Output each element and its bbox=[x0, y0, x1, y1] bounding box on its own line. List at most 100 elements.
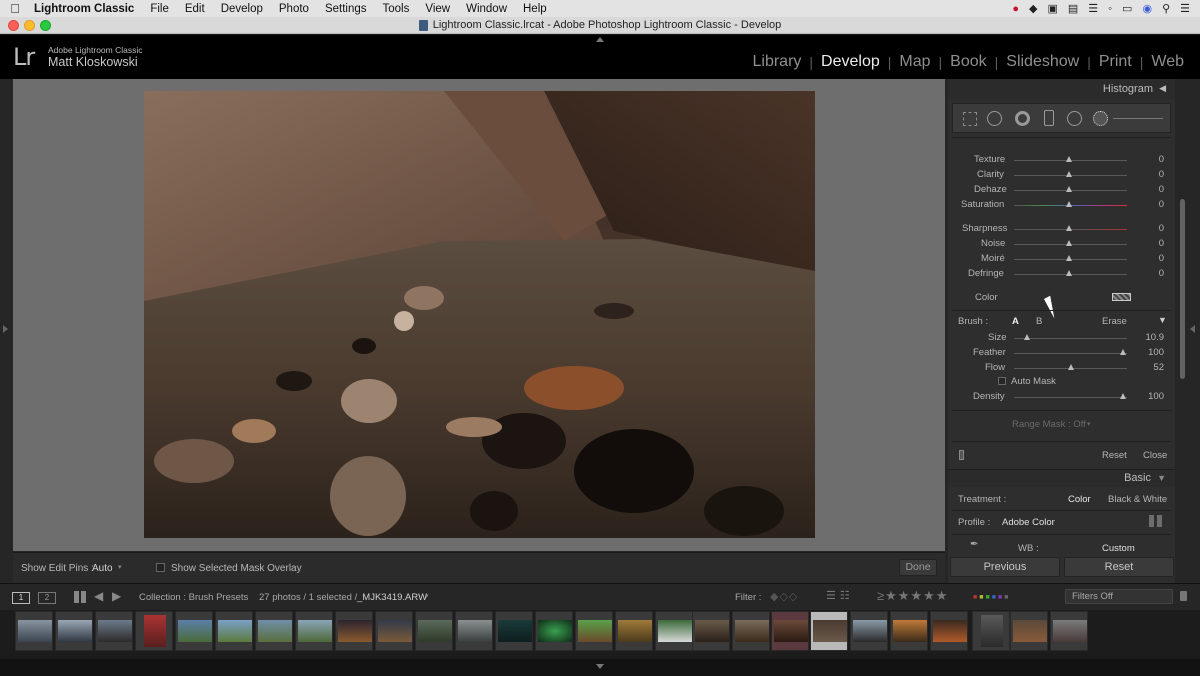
close-window-button[interactable] bbox=[8, 20, 19, 31]
wifi-icon[interactable]: ◦ bbox=[1108, 3, 1112, 15]
white-balance-picker-icon[interactable]: ✒ bbox=[970, 539, 978, 550]
photo-preview[interactable] bbox=[144, 91, 815, 538]
module-map[interactable]: Map bbox=[891, 53, 938, 71]
size-slider[interactable] bbox=[1014, 338, 1127, 339]
mask-reset-button[interactable]: Reset bbox=[1102, 450, 1127, 461]
module-develop[interactable]: Develop bbox=[813, 53, 888, 71]
filename-dropdown-icon[interactable]: ▾ bbox=[425, 592, 429, 600]
menu-settings[interactable]: Settings bbox=[317, 3, 375, 15]
filmstrip-thumbnail[interactable] bbox=[335, 611, 373, 651]
edit-pins-dropdown-icon[interactable]: ▾ bbox=[118, 563, 122, 571]
range-mask-select[interactable]: Range Mask : Off bbox=[1012, 419, 1086, 430]
dehaze-slider-thumb[interactable] bbox=[1066, 186, 1072, 192]
mask-overlay-checkbox[interactable] bbox=[156, 563, 165, 572]
filmstrip-thumbnail[interactable] bbox=[495, 611, 533, 651]
treatment-bw-option[interactable]: Black & White bbox=[1108, 494, 1167, 505]
filmstrip-thumbnail[interactable] bbox=[55, 611, 93, 651]
filmstrip-thumbnail[interactable] bbox=[890, 611, 928, 651]
histogram-collapse-icon[interactable]: ◀ bbox=[1159, 83, 1166, 94]
filters-off-select[interactable]: Filters Off bbox=[1065, 589, 1173, 604]
dropbox-icon[interactable]: ◆ bbox=[1029, 2, 1037, 15]
grid-view-icon[interactable] bbox=[74, 591, 86, 603]
menu-help[interactable]: Help bbox=[515, 3, 555, 15]
sharpness-slider-thumb[interactable] bbox=[1066, 225, 1072, 231]
color-swatch-button[interactable] bbox=[1112, 293, 1131, 301]
notifications-icon[interactable]: ☰ bbox=[1180, 2, 1190, 15]
moire-value[interactable]: 0 bbox=[1134, 253, 1164, 264]
filmstrip-thumbnail[interactable] bbox=[972, 611, 1010, 651]
basic-header[interactable]: Basic ▼ bbox=[948, 469, 1175, 487]
size-slider-thumb[interactable] bbox=[1024, 334, 1030, 340]
filmstrip-thumbnail[interactable] bbox=[215, 611, 253, 651]
menu-view[interactable]: View bbox=[417, 3, 458, 15]
monitor-2-button[interactable]: 2 bbox=[38, 592, 56, 604]
edit-filter-icons[interactable]: ☰☷ bbox=[826, 589, 854, 602]
module-slideshow[interactable]: Slideshow bbox=[998, 53, 1087, 71]
menu-photo[interactable]: Photo bbox=[271, 3, 317, 15]
menu-tools[interactable]: Tools bbox=[375, 3, 418, 15]
module-print[interactable]: Print bbox=[1091, 53, 1140, 71]
menu-app[interactable]: Lightroom Classic bbox=[30, 3, 142, 15]
filmstrip-thumbnail[interactable] bbox=[175, 611, 213, 651]
module-book[interactable]: Book bbox=[942, 53, 994, 71]
filmstrip-thumbnail[interactable] bbox=[732, 611, 770, 651]
filmstrip-thumbnail[interactable] bbox=[95, 611, 133, 651]
done-button[interactable]: Done bbox=[899, 559, 937, 576]
filmstrip-thumbnail[interactable] bbox=[771, 611, 809, 651]
module-web[interactable]: Web bbox=[1143, 53, 1192, 71]
brush-a-button[interactable]: A bbox=[1012, 316, 1019, 327]
density-slider-thumb[interactable] bbox=[1120, 393, 1126, 399]
profile-browser-icon[interactable] bbox=[1149, 515, 1163, 527]
monitor-1-button[interactable]: 1 bbox=[12, 592, 30, 604]
mask-close-button[interactable]: Close bbox=[1143, 450, 1167, 461]
reset-button[interactable]: Reset bbox=[1064, 557, 1174, 577]
filmstrip-thumbnail[interactable] bbox=[655, 611, 693, 651]
brush-amount-slider[interactable] bbox=[1113, 118, 1163, 119]
basic-collapse-icon[interactable]: ▼ bbox=[1157, 473, 1166, 483]
filmstrip-thumbnail[interactable] bbox=[1010, 611, 1048, 651]
color-label-filter[interactable]: ■■■■■■ bbox=[973, 594, 1010, 601]
collapse-left-icon[interactable] bbox=[3, 325, 8, 333]
histogram-header[interactable]: Histogram ◀ bbox=[948, 79, 1175, 99]
panel-scrollbar[interactable] bbox=[1180, 199, 1185, 379]
wb-select[interactable]: Custom bbox=[1102, 543, 1135, 554]
treatment-color-option[interactable]: Color bbox=[1068, 494, 1091, 505]
apple-icon[interactable]:  bbox=[0, 1, 30, 16]
clarity-slider-thumb[interactable] bbox=[1066, 171, 1072, 177]
flow-slider-thumb[interactable] bbox=[1068, 364, 1074, 370]
red-eye-icon[interactable] bbox=[1015, 111, 1030, 126]
feather-value[interactable]: 100 bbox=[1134, 347, 1164, 358]
spot-removal-icon[interactable] bbox=[987, 111, 1002, 126]
filmstrip-thumbnail[interactable] bbox=[135, 611, 173, 651]
filmstrip-thumbnail[interactable] bbox=[615, 611, 653, 651]
previous-button[interactable]: Previous bbox=[950, 557, 1060, 577]
texture-slider-thumb[interactable] bbox=[1066, 156, 1072, 162]
image-canvas[interactable] bbox=[13, 79, 945, 551]
zoom-window-button[interactable] bbox=[40, 20, 51, 31]
camera-icon[interactable]: ▣ bbox=[1047, 2, 1057, 15]
menu-develop[interactable]: Develop bbox=[213, 3, 271, 15]
filmstrip-thumbnail[interactable] bbox=[930, 611, 968, 651]
filmstrip-thumbnail[interactable] bbox=[15, 611, 53, 651]
filmstrip-thumbnail[interactable] bbox=[295, 611, 333, 651]
back-arrow-icon[interactable]: ◀ bbox=[94, 589, 103, 603]
defringe-value[interactable]: 0 bbox=[1134, 268, 1164, 279]
flag-filter-icons[interactable]: ◆◇◇ bbox=[770, 590, 798, 603]
radial-filter-icon[interactable] bbox=[1067, 111, 1082, 126]
texture-value[interactable]: 0 bbox=[1134, 154, 1164, 165]
feather-slider[interactable] bbox=[1014, 353, 1127, 354]
flow-value[interactable]: 52 bbox=[1134, 362, 1164, 373]
filter-lock-icon[interactable] bbox=[1180, 591, 1187, 601]
menu-edit[interactable]: Edit bbox=[177, 3, 213, 15]
collection-breadcrumb[interactable]: Collection : Brush Presets bbox=[139, 592, 248, 603]
collapse-top-icon[interactable] bbox=[596, 37, 604, 42]
auto-mask-checkbox[interactable] bbox=[998, 377, 1006, 385]
saturation-slider-thumb[interactable] bbox=[1066, 201, 1072, 207]
forward-arrow-icon[interactable]: ▶ bbox=[112, 589, 121, 603]
airplay-icon[interactable]: ▭ bbox=[1122, 2, 1132, 15]
minimize-window-button[interactable] bbox=[24, 20, 35, 31]
mask-toggle-switch[interactable] bbox=[959, 450, 964, 460]
filmstrip-thumbnail[interactable] bbox=[575, 611, 613, 651]
brush-b-button[interactable]: B bbox=[1036, 316, 1042, 327]
filmstrip-thumbnail[interactable] bbox=[455, 611, 493, 651]
